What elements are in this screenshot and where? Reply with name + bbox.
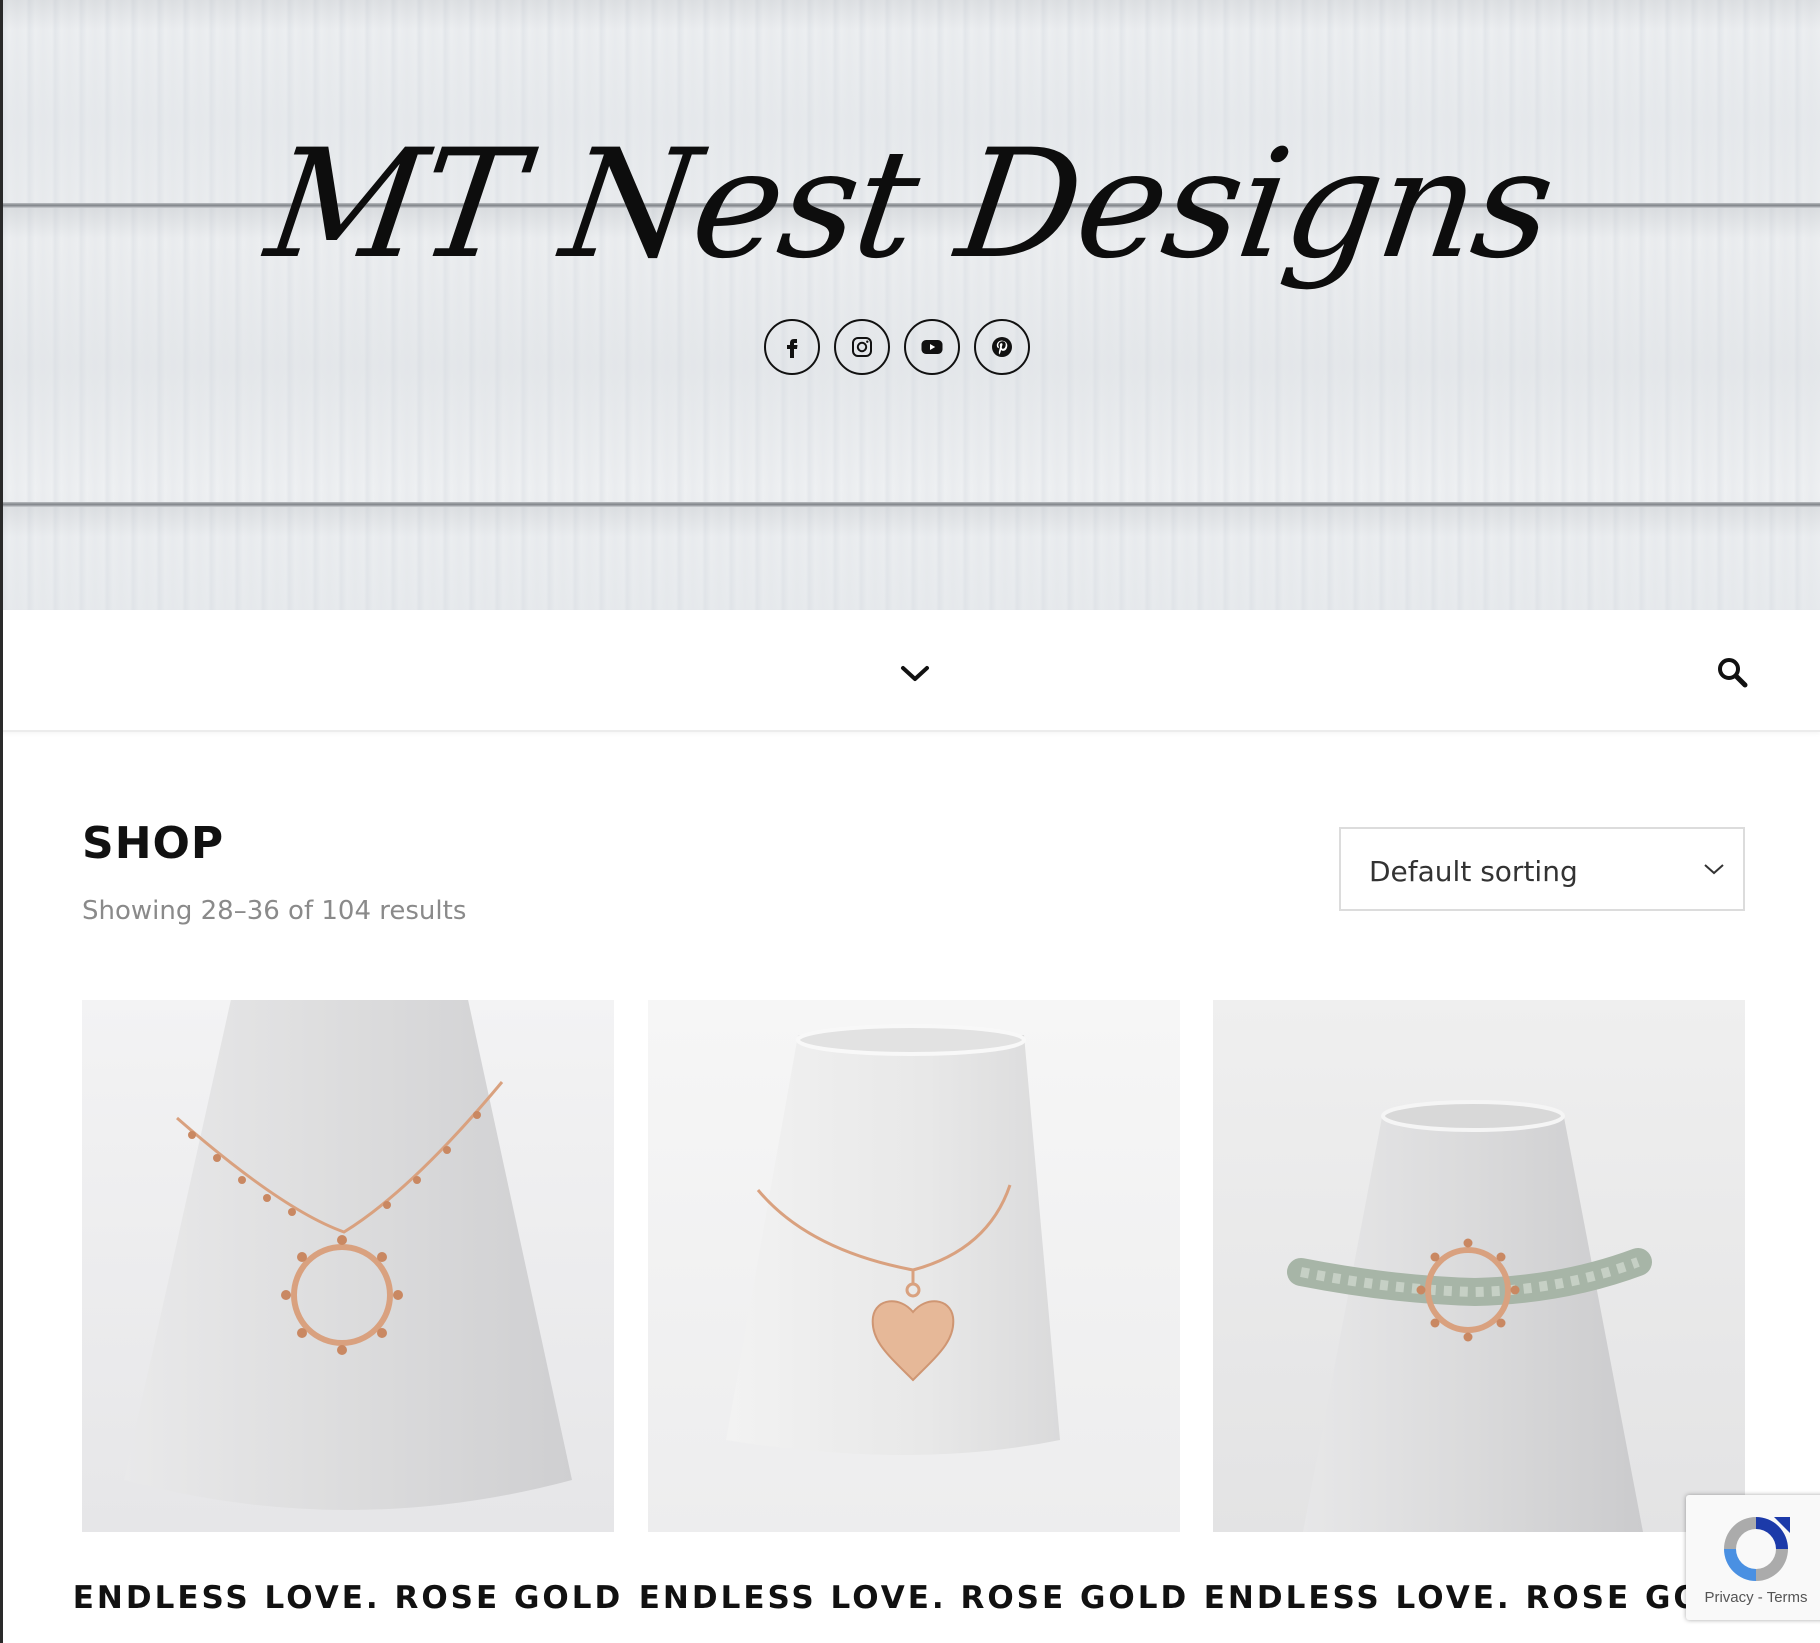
product-card: ENDLESS LOVE. ROSE GOLD xyxy=(1204,1000,1751,1616)
youtube-link[interactable] xyxy=(904,319,960,375)
primary-nav xyxy=(0,610,1820,732)
search-button[interactable] xyxy=(1710,650,1754,694)
recaptcha-badge[interactable]: Privacy - Terms xyxy=(1686,1495,1820,1620)
youtube-icon xyxy=(921,340,943,354)
chevron-down-icon xyxy=(901,666,929,681)
window-edge xyxy=(0,0,3,1643)
product-card: ENDLESS LOVE. ROSE GOLD xyxy=(73,1000,620,1616)
instagram-icon xyxy=(852,337,872,357)
product-title[interactable]: ENDLESS LOVE. ROSE GOLD xyxy=(1193,1580,1765,1616)
product-title[interactable]: ENDLESS LOVE. ROSE GOLD xyxy=(62,1580,634,1616)
menu-toggle-button[interactable] xyxy=(890,654,940,694)
recaptcha-icon xyxy=(1724,1517,1790,1581)
plank-shade xyxy=(0,507,1820,537)
product-card: ENDLESS LOVE. ROSE GOLD xyxy=(639,1000,1186,1616)
plank-shade xyxy=(0,0,1820,30)
product-photo xyxy=(648,1000,1180,1532)
recaptcha-links: Privacy - Terms xyxy=(1686,1589,1820,1606)
product-image[interactable] xyxy=(1213,1000,1745,1532)
chevron-down-icon xyxy=(1704,864,1724,875)
social-links xyxy=(764,319,1030,375)
product-image[interactable] xyxy=(648,1000,1180,1532)
product-title[interactable]: ENDLESS LOVE. ROSE GOLD xyxy=(628,1580,1200,1616)
link-separator: - xyxy=(1753,1589,1767,1606)
product-image[interactable] xyxy=(82,1000,614,1532)
sorting-select[interactable]: Default sorting xyxy=(1339,827,1745,911)
page-title: SHOP xyxy=(82,818,225,869)
product-photo xyxy=(82,1000,614,1532)
facebook-link[interactable] xyxy=(764,319,820,375)
instagram-link[interactable] xyxy=(834,319,890,375)
sorting-selected-value: Default sorting xyxy=(1369,855,1578,888)
site-header: MT Nest Designs xyxy=(0,0,1820,610)
privacy-link[interactable]: Privacy xyxy=(1704,1589,1753,1606)
site-logo[interactable]: MT Nest Designs xyxy=(0,118,1820,292)
product-photo xyxy=(1213,1000,1745,1532)
terms-link[interactable]: Terms xyxy=(1767,1589,1808,1606)
search-icon xyxy=(1718,658,1748,688)
pinterest-link[interactable] xyxy=(974,319,1030,375)
result-count: Showing 28–36 of 104 results xyxy=(82,896,467,926)
pinterest-icon xyxy=(992,337,1012,357)
facebook-icon xyxy=(787,339,798,358)
